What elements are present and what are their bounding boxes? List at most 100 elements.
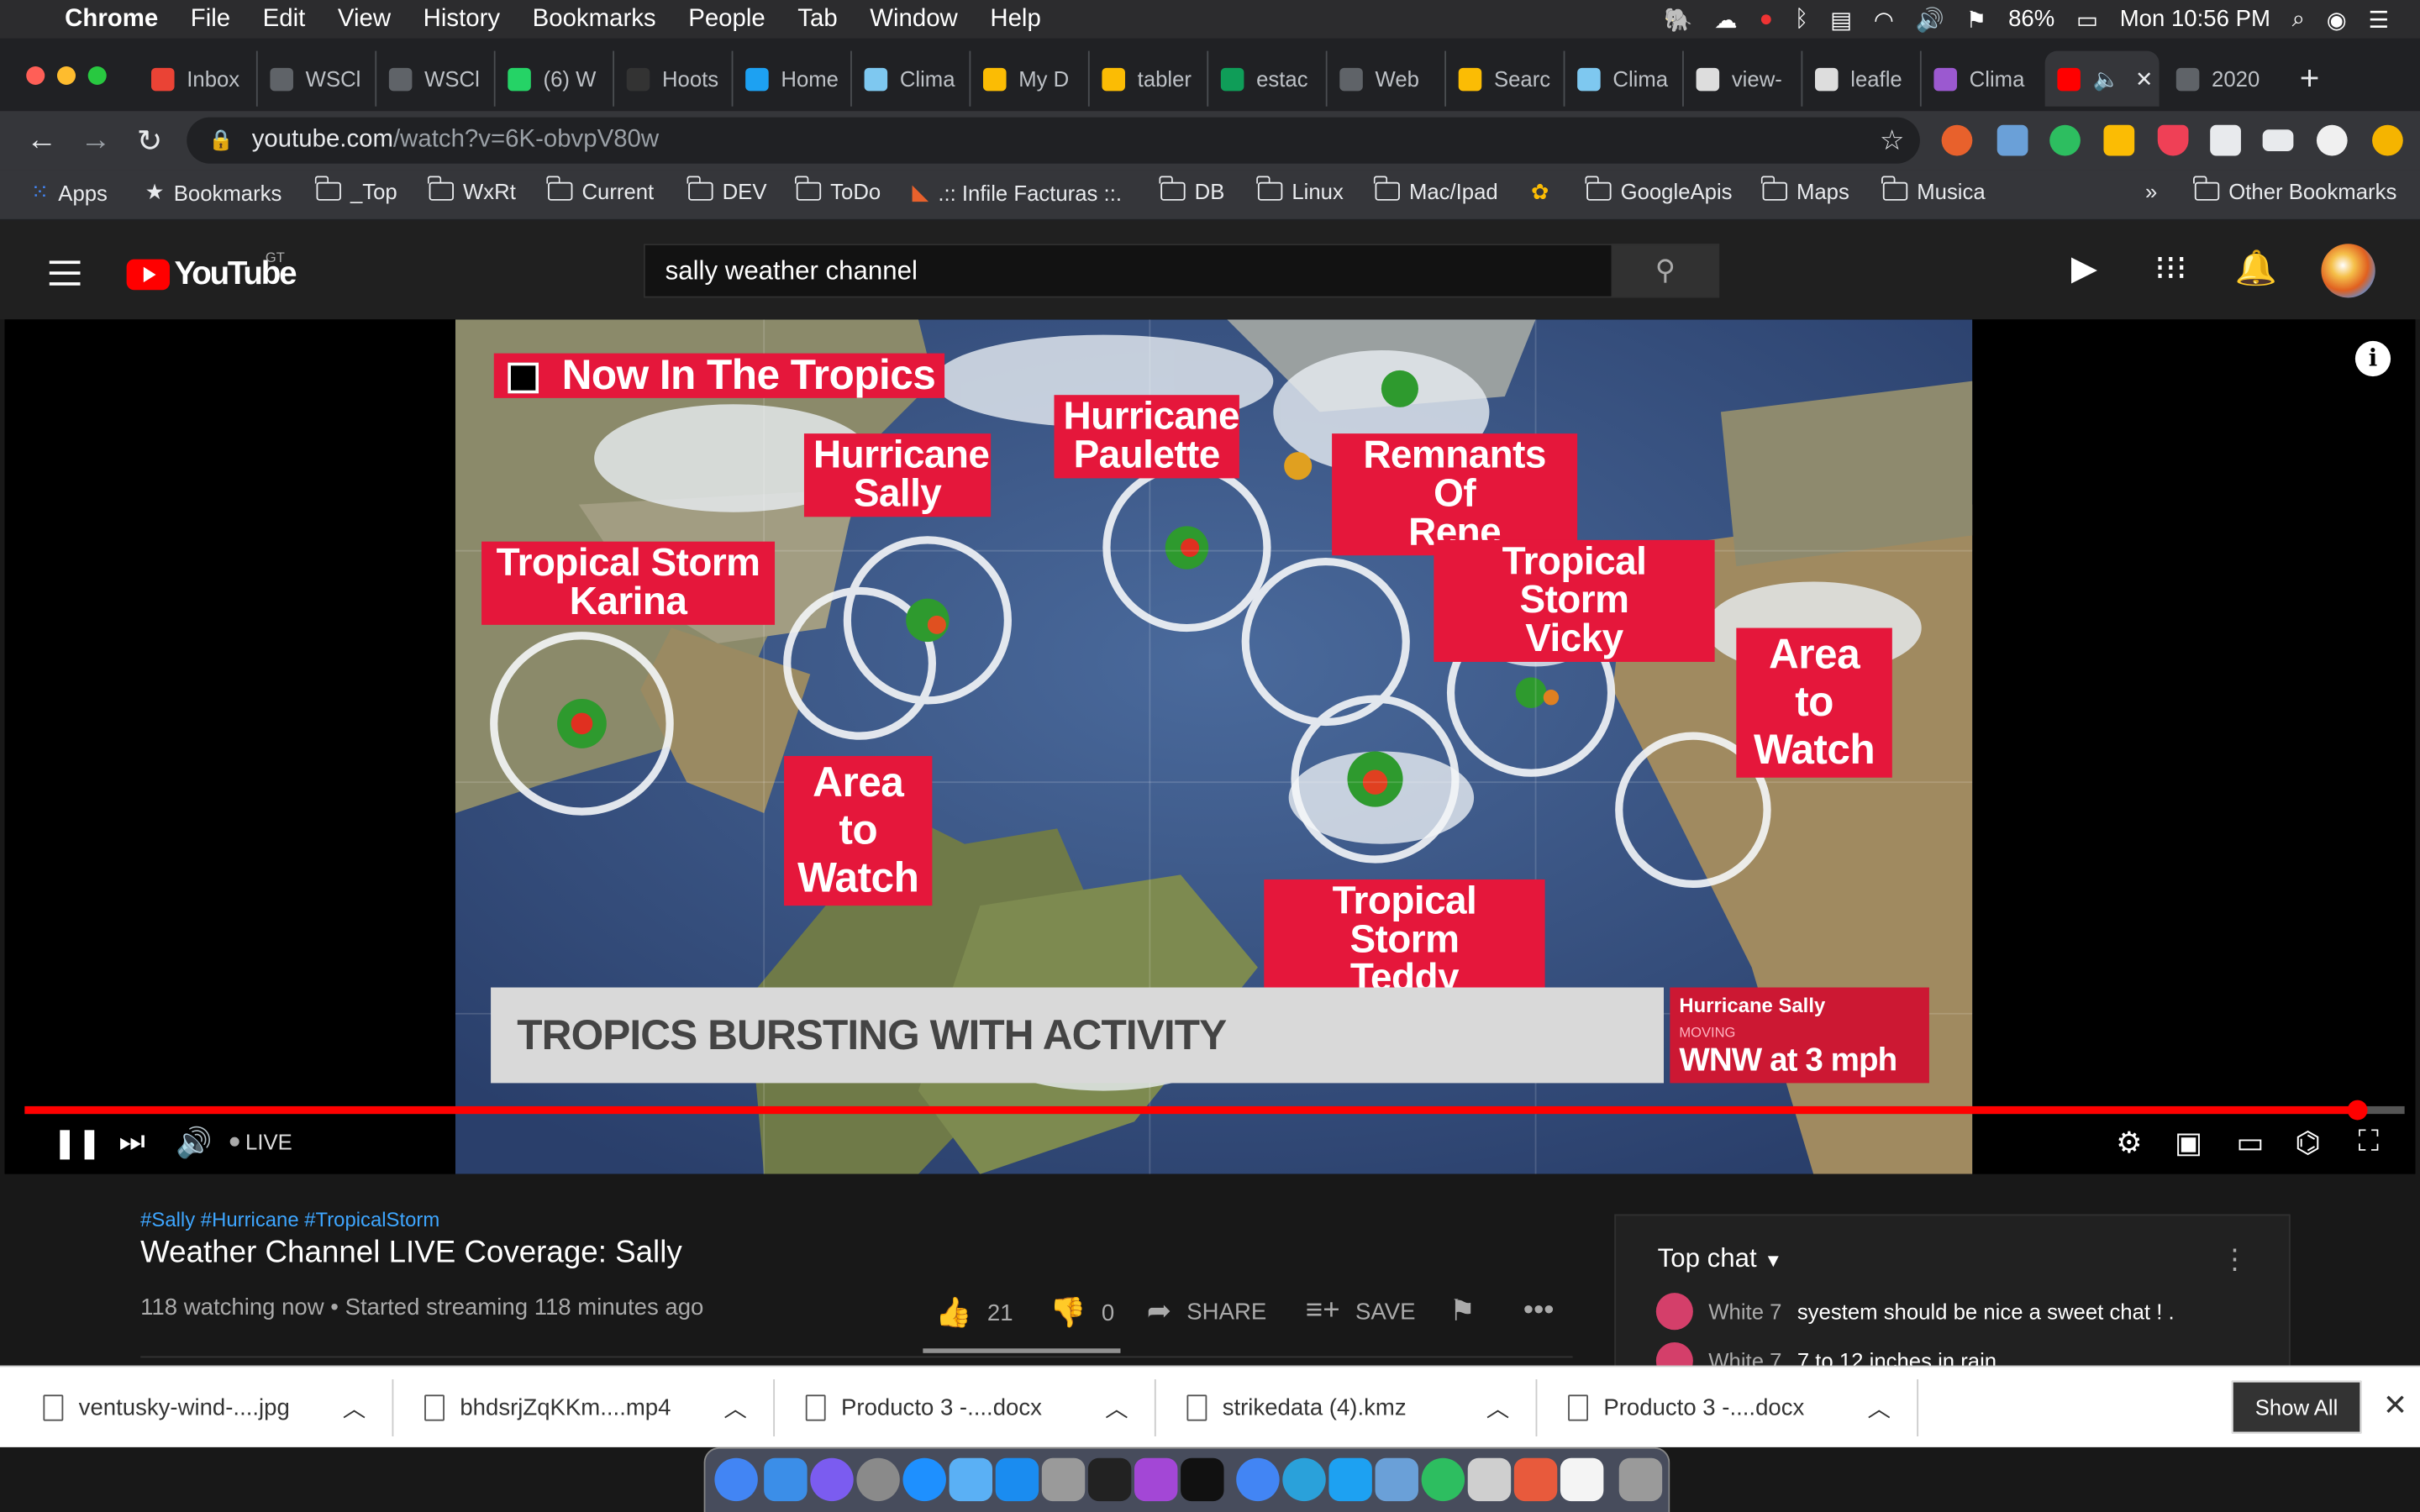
close-tab-icon[interactable]: ✕ xyxy=(2135,66,2154,92)
apple-tv-dock-icon[interactable] xyxy=(1181,1457,1224,1502)
download-item[interactable]: ventusky-wind-....jpg xyxy=(43,1367,290,1448)
tab-wscl-1[interactable]: WSCl xyxy=(258,50,377,107)
media-controls-icon[interactable] xyxy=(2262,129,2294,152)
tab-clima-1[interactable]: Clima xyxy=(852,50,971,107)
tab-twitter-home[interactable]: Home xyxy=(733,50,852,107)
bookmark-star-icon[interactable]: ☆ xyxy=(1880,124,1905,157)
download-menu-chevron-icon[interactable]: ︿ xyxy=(1867,1367,1891,1448)
apps-grid-icon[interactable]: ⁝⁝⁝ xyxy=(2154,249,2187,289)
app-store-dock-icon[interactable] xyxy=(995,1457,1039,1502)
bookmark-other[interactable]: Other Bookmarks xyxy=(2193,176,2396,203)
extension-icon[interactable] xyxy=(1996,124,2028,156)
wifi-icon[interactable]: ◠ xyxy=(1874,5,1894,33)
bookmark-musica[interactable]: Musica xyxy=(1881,176,1986,203)
back-button[interactable]: ← xyxy=(18,111,65,170)
tab-youtube-active[interactable]: 🔈 ✕ xyxy=(2044,50,2160,107)
menu-people[interactable]: People xyxy=(688,5,765,33)
safari-dock-icon[interactable] xyxy=(902,1457,946,1502)
preview-dock-icon[interactable] xyxy=(1375,1457,1418,1502)
tab-search[interactable]: Searc xyxy=(1446,50,1565,107)
video-frame[interactable]: Now In The Tropics Hurricane Sally Hurri… xyxy=(455,319,1973,1174)
share-button[interactable]: ➦ SHARE xyxy=(1147,1294,1267,1330)
tab-view[interactable]: view- xyxy=(1684,50,1803,107)
trash-dock-icon[interactable] xyxy=(1618,1457,1663,1502)
bookmark-photos[interactable]: ✿ xyxy=(1531,179,1549,205)
info-icon[interactable]: i xyxy=(2354,340,2391,377)
notifications-bell-icon[interactable]: 🔔 xyxy=(2235,249,2277,289)
create-video-icon[interactable]: ▶ xyxy=(2071,249,2097,289)
bookmark-maps[interactable]: Maps xyxy=(1761,176,1849,203)
bookmark-todo[interactable]: ToDo xyxy=(795,176,881,203)
memory-icon[interactable]: ▤ xyxy=(1830,5,1852,33)
download-item[interactable]: Producto 3 -....docx xyxy=(1568,1367,1804,1448)
volume-icon[interactable]: 🔊 xyxy=(176,1125,212,1162)
menu-view[interactable]: View xyxy=(338,5,391,33)
tab-clima-2[interactable]: Clima xyxy=(1565,50,1684,107)
tab-2020[interactable]: 2020 xyxy=(2164,51,2280,107)
lock-icon[interactable]: 🔒 xyxy=(208,128,234,152)
evernote-dock-icon[interactable] xyxy=(1421,1457,1465,1502)
menu-bookmarks[interactable]: Bookmarks xyxy=(533,5,656,33)
bookmarks-overflow-button[interactable]: » xyxy=(2145,179,2157,203)
search-button[interactable]: ⚲ xyxy=(1611,244,1720,298)
search-input[interactable]: sally weather channel xyxy=(643,244,1613,298)
hashtags[interactable]: #Sally #Hurricane #TropicalStorm xyxy=(140,1208,439,1231)
bookmark-mac-ipad[interactable]: Mac/Ipad xyxy=(1374,176,1498,203)
address-bar[interactable]: 🔒 youtube.com /watch?v=6K-obvpV80w ☆ xyxy=(187,117,1920,164)
launchpad-dock-icon[interactable] xyxy=(856,1457,900,1502)
miniplayer-icon[interactable]: ▣ xyxy=(2175,1125,2202,1162)
tab-leaflet[interactable]: leafle xyxy=(1802,50,1922,107)
youtube-logo[interactable]: YouTube GT xyxy=(126,250,297,293)
battery-icon[interactable]: ▭ xyxy=(2076,5,2098,33)
clock[interactable]: Mon 10:56 PM xyxy=(2120,6,2270,32)
menu-app-name[interactable]: Chrome xyxy=(65,5,158,33)
bookmark-top[interactable]: _Top xyxy=(315,176,397,203)
menu-tab[interactable]: Tab xyxy=(797,5,837,33)
tab-web[interactable]: Web xyxy=(1328,50,1447,107)
download-menu-chevron-icon[interactable]: ︿ xyxy=(343,1367,366,1448)
download-menu-chevron-icon[interactable]: ︿ xyxy=(1105,1367,1128,1448)
pause-icon[interactable]: ❚❚ xyxy=(52,1125,101,1162)
input-source-flag-icon[interactable]: ⚑ xyxy=(1966,5,1987,33)
bookmark-wxrt[interactable]: WxRt xyxy=(428,176,516,203)
chat-message[interactable]: White 7 syestem should be nice a sweet ch… xyxy=(1655,1293,2175,1331)
siri-icon[interactable]: ◉ xyxy=(2327,5,2347,33)
bookmark-db[interactable]: DB xyxy=(1160,176,1224,203)
bluetooth-icon[interactable]: ᛒ xyxy=(1795,6,1809,32)
cast-icon[interactable]: ⌬ xyxy=(2295,1125,2320,1162)
notification-center-icon[interactable]: ☰ xyxy=(2369,5,2390,33)
battery-percent[interactable]: 86% xyxy=(2008,6,2054,32)
report-button[interactable]: ⚑ xyxy=(1449,1294,1476,1330)
download-menu-chevron-icon[interactable]: ︿ xyxy=(1486,1367,1510,1448)
account-avatar[interactable] xyxy=(2321,244,2375,298)
tab-estac[interactable]: estac xyxy=(1208,50,1328,107)
bookmark-current[interactable]: Current xyxy=(546,176,654,203)
git-dock-icon[interactable] xyxy=(1513,1457,1558,1502)
download-item[interactable]: strikedata (4).kmz xyxy=(1186,1367,1407,1448)
extension-icon[interactable] xyxy=(1941,124,1973,156)
finder-dock-icon[interactable] xyxy=(764,1457,808,1502)
download-menu-chevron-icon[interactable]: ︿ xyxy=(723,1367,747,1448)
tab-my-drive[interactable]: My D xyxy=(971,50,1090,107)
reload-button[interactable]: ↻ xyxy=(127,111,173,170)
chat-mode-dropdown[interactable]: Top chat ▼ xyxy=(1658,1243,1783,1274)
messages-dock-icon[interactable] xyxy=(949,1457,993,1502)
new-tab-button[interactable]: + xyxy=(2300,59,2320,99)
lastpass-icon[interactable]: ● xyxy=(1759,6,1773,32)
progress-bar[interactable] xyxy=(24,1100,2405,1121)
forward-button[interactable]: → xyxy=(72,111,118,170)
more-vertical-icon[interactable]: ⋮ xyxy=(2221,1243,2249,1276)
script-editor-dock-icon[interactable] xyxy=(1467,1457,1512,1502)
tab-hootsuite[interactable]: Hoots xyxy=(614,50,734,107)
volume-icon[interactable]: 🔊 xyxy=(1916,5,1944,33)
bookmark-apps[interactable]: ⁙ Apps xyxy=(31,179,108,205)
audio-playing-icon[interactable]: 🔈 xyxy=(2093,66,2120,92)
download-item[interactable]: Producto 3 -....docx xyxy=(805,1367,1042,1448)
siri-dock-icon[interactable] xyxy=(810,1457,854,1502)
more-actions-button[interactable]: ••• xyxy=(1523,1294,1555,1328)
menu-edit[interactable]: Edit xyxy=(263,5,306,33)
bookmark-googleapis[interactable]: GoogleApis xyxy=(1586,176,1733,203)
zoom-window-button[interactable] xyxy=(87,66,107,86)
settings-gear-icon[interactable]: ⚙ xyxy=(2116,1125,2142,1162)
close-window-button[interactable] xyxy=(26,66,45,86)
